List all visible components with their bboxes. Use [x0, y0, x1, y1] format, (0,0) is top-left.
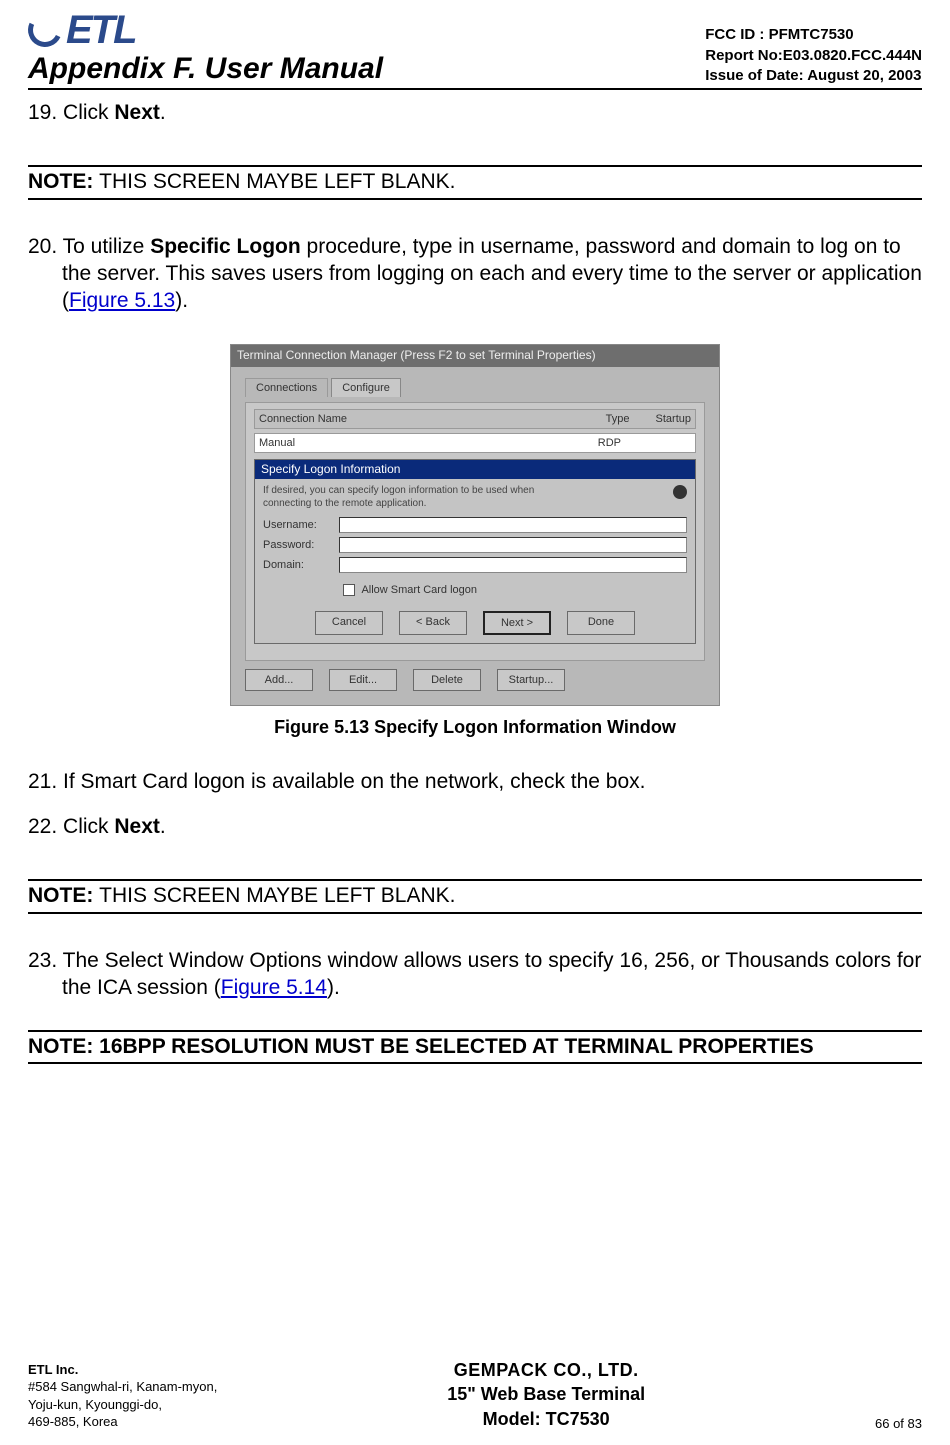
figure-5-14-link[interactable]: Figure 5.14: [221, 976, 327, 999]
logo-text: ETL: [66, 12, 136, 48]
step-19-prefix: 19. Click: [28, 101, 114, 124]
step-19: 19. Click Next.: [28, 100, 922, 127]
list-row[interactable]: Manual RDP: [254, 433, 696, 453]
step-22-bold: Next: [114, 815, 160, 838]
dialog-body: If desired, you can specify logon inform…: [255, 479, 695, 643]
page-header: ETL Appendix F. User Manual FCC ID : PFM…: [28, 12, 922, 90]
smartcard-label: Allow Smart Card logon: [361, 584, 477, 596]
note-2: NOTE: THIS SCREEN MAYBE LEFT BLANK.: [28, 879, 922, 914]
figure-window: Terminal Connection Manager (Press F2 to…: [230, 344, 720, 706]
figure-5-13-link[interactable]: Figure 5.13: [69, 289, 175, 312]
appendix-title: Appendix F. User Manual: [28, 52, 383, 86]
page-number: 66 of 83: [875, 1416, 922, 1431]
password-row: Password:: [263, 537, 687, 553]
domain-label: Domain:: [263, 558, 333, 572]
note-1-label: NOTE:: [28, 170, 99, 193]
cancel-button[interactable]: Cancel: [315, 611, 383, 635]
step-22-prefix: 22. Click: [28, 815, 114, 838]
row-type: RDP: [598, 436, 621, 450]
step-22-suffix: .: [160, 815, 166, 838]
footer-company: ETL Inc.: [28, 1361, 217, 1379]
tab-configure[interactable]: Configure: [331, 378, 401, 397]
figure-bottom-buttons: Add... Edit... Delete Startup...: [245, 669, 705, 691]
step-20-suffix: ).: [175, 289, 188, 312]
col-startup: Startup: [656, 412, 691, 426]
password-field[interactable]: [339, 537, 687, 553]
note-3-text: NOTE: 16BPP RESOLUTION MUST BE SELECTED …: [28, 1035, 814, 1058]
footer-addr-1: #584 Sangwhal-ri, Kanam-myon,: [28, 1378, 217, 1396]
back-button[interactable]: < Back: [399, 611, 467, 635]
dialog-buttons: Cancel < Back Next > Done: [263, 605, 687, 637]
edit-button[interactable]: Edit...: [329, 669, 397, 691]
next-button[interactable]: Next >: [483, 611, 551, 635]
figure-titlebar: Terminal Connection Manager (Press F2 to…: [231, 345, 719, 366]
header-left: ETL Appendix F. User Manual: [28, 12, 383, 86]
col-connection-name: Connection Name: [259, 412, 347, 426]
step-20-prefix: 20. To utilize: [28, 235, 150, 258]
fcc-id: FCC ID : PFMTC7530: [705, 25, 922, 45]
startup-button[interactable]: Startup...: [497, 669, 565, 691]
add-button[interactable]: Add...: [245, 669, 313, 691]
footer-center: GEMPACK CO., LTD. 15" Web Base Terminal …: [447, 1358, 645, 1431]
password-label: Password:: [263, 538, 333, 552]
figure-panel: Connection Name Type Startup Manual RDP …: [245, 402, 705, 661]
smartcard-checkbox[interactable]: [343, 584, 355, 596]
domain-field[interactable]: [339, 557, 687, 573]
done-button[interactable]: Done: [567, 611, 635, 635]
note-1-text: THIS SCREEN MAYBE LEFT BLANK.: [99, 170, 455, 193]
dialog-description-row: If desired, you can specify logon inform…: [263, 485, 687, 511]
specify-logon-dialog: Specify Logon Information If desired, yo…: [254, 459, 696, 644]
body: 19. Click Next. NOTE: THIS SCREEN MAYBE …: [28, 100, 922, 1064]
step-21: 21. If Smart Card logon is available on …: [28, 769, 922, 796]
smartcard-row: Allow Smart Card logon: [343, 583, 687, 597]
footer-addr-3: 469-885, Korea: [28, 1413, 217, 1431]
page-footer: ETL Inc. #584 Sangwhal-ri, Kanam-myon, Y…: [28, 1358, 922, 1431]
note-2-text: THIS SCREEN MAYBE LEFT BLANK.: [99, 884, 455, 907]
footer-gempack: GEMPACK CO., LTD.: [447, 1358, 645, 1382]
step-20-bold: Specific Logon: [150, 235, 301, 258]
ica-icon: [673, 485, 687, 499]
issue-date: Issue of Date: August 20, 2003: [705, 66, 922, 86]
row-name: Manual: [259, 436, 295, 450]
figure-caption: Figure 5.13 Specify Logon Information Wi…: [28, 716, 922, 739]
step-23-prefix: 23. The Select Window Options window all…: [28, 949, 921, 999]
note-3: NOTE: 16BPP RESOLUTION MUST BE SELECTED …: [28, 1030, 922, 1065]
delete-button[interactable]: Delete: [413, 669, 481, 691]
report-no: Report No:E03.0820.FCC.444N: [705, 46, 922, 66]
figure-tabs: Connections Configure: [245, 377, 705, 396]
username-field[interactable]: [339, 517, 687, 533]
step-22: 22. Click Next.: [28, 814, 922, 841]
figure-5-13: Terminal Connection Manager (Press F2 to…: [28, 344, 922, 739]
dialog-description: If desired, you can specify logon inform…: [263, 485, 563, 511]
footer-model: Model: TC7530: [447, 1407, 645, 1431]
footer-product: 15" Web Base Terminal: [447, 1382, 645, 1406]
list-header: Connection Name Type Startup: [254, 409, 696, 429]
footer-right: 66 of 83: [875, 1416, 922, 1431]
step-19-suffix: .: [160, 101, 166, 124]
note-2-label: NOTE:: [28, 884, 99, 907]
step-19-bold: Next: [114, 101, 160, 124]
etl-logo: ETL: [28, 12, 383, 48]
step-23: 23. The Select Window Options window all…: [28, 948, 922, 1002]
footer-addr-2: Yoju-kun, Kyounggi-do,: [28, 1396, 217, 1414]
logo-swoosh-icon: [23, 8, 67, 52]
footer-left: ETL Inc. #584 Sangwhal-ri, Kanam-myon, Y…: [28, 1361, 217, 1431]
col-type: Type: [606, 412, 630, 426]
step-23-suffix: ).: [327, 976, 340, 999]
domain-row: Domain:: [263, 557, 687, 573]
header-right: FCC ID : PFMTC7530 Report No:E03.0820.FC…: [705, 25, 922, 86]
note-1: NOTE: THIS SCREEN MAYBE LEFT BLANK.: [28, 165, 922, 200]
tab-connections[interactable]: Connections: [245, 378, 328, 397]
username-label: Username:: [263, 518, 333, 532]
dialog-title: Specify Logon Information: [255, 460, 695, 479]
figure-inner: Connections Configure Connection Name Ty…: [231, 367, 719, 705]
step-20: 20. To utilize Specific Logon procedure,…: [28, 234, 922, 315]
username-row: Username:: [263, 517, 687, 533]
